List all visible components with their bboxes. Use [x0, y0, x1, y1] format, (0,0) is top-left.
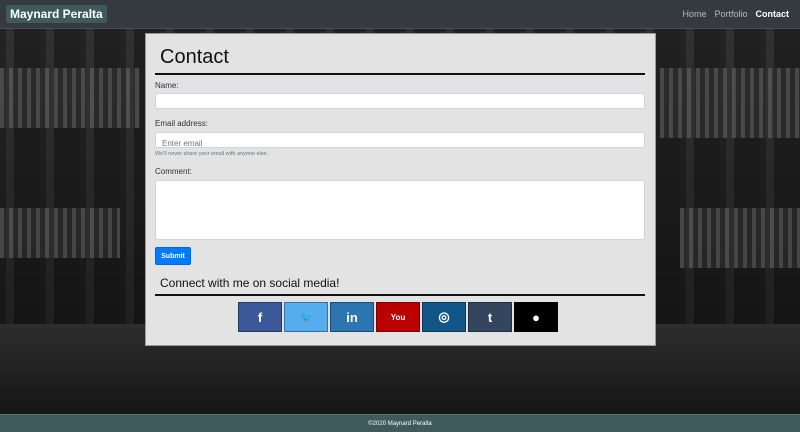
name-label: Name:: [155, 81, 179, 90]
navbar: Maynard Peralta Home Portfolio Contact: [0, 0, 800, 29]
footer-copyright: ©2020 Maynard Peralta: [368, 420, 432, 427]
github-button[interactable]: ●: [514, 302, 558, 332]
youtube-button[interactable]: You: [376, 302, 420, 332]
nav-link-home[interactable]: Home: [682, 9, 706, 19]
instagram-button[interactable]: ◎: [422, 302, 466, 332]
tumblr-button[interactable]: t: [468, 302, 512, 332]
github-icon: ●: [532, 309, 540, 325]
youtube-icon: You: [390, 312, 406, 322]
nav-link-contact[interactable]: Contact: [756, 9, 790, 19]
email-label: Email address:: [155, 119, 208, 128]
email-help-text: We'll never share your email with anyone…: [155, 151, 269, 157]
email-field-wrap: [155, 132, 645, 151]
footer: ©2020 Maynard Peralta: [0, 414, 800, 432]
facebook-button[interactable]: f: [238, 302, 282, 332]
comment-label: Comment:: [155, 167, 192, 176]
linkedin-icon: in: [346, 309, 358, 325]
social-divider: [155, 294, 645, 296]
twitter-button[interactable]: 🐦: [284, 302, 328, 332]
contact-card: Contact Name: Email address: We'll never…: [145, 33, 656, 346]
title-divider: [155, 73, 645, 75]
submit-button[interactable]: Submit: [155, 247, 191, 265]
social-heading: Connect with me on social media!: [160, 276, 340, 290]
email-input[interactable]: [156, 136, 644, 151]
instagram-icon: ◎: [438, 309, 450, 324]
comment-textarea[interactable]: [156, 181, 644, 239]
comment-field-wrap: [155, 180, 645, 240]
social-buttons: f 🐦 in You ◎ t ●: [238, 302, 558, 332]
name-field-wrap: [155, 93, 645, 112]
brand-logo[interactable]: Maynard Peralta: [6, 5, 107, 23]
name-input[interactable]: [156, 97, 644, 112]
facebook-icon: f: [257, 309, 263, 325]
tumblr-icon: t: [487, 309, 493, 325]
nav-links: Home Portfolio Contact: [682, 9, 789, 19]
linkedin-button[interactable]: in: [330, 302, 374, 332]
nav-link-portfolio[interactable]: Portfolio: [714, 9, 747, 19]
twitter-icon: 🐦: [299, 311, 313, 324]
page-title: Contact: [160, 46, 229, 68]
